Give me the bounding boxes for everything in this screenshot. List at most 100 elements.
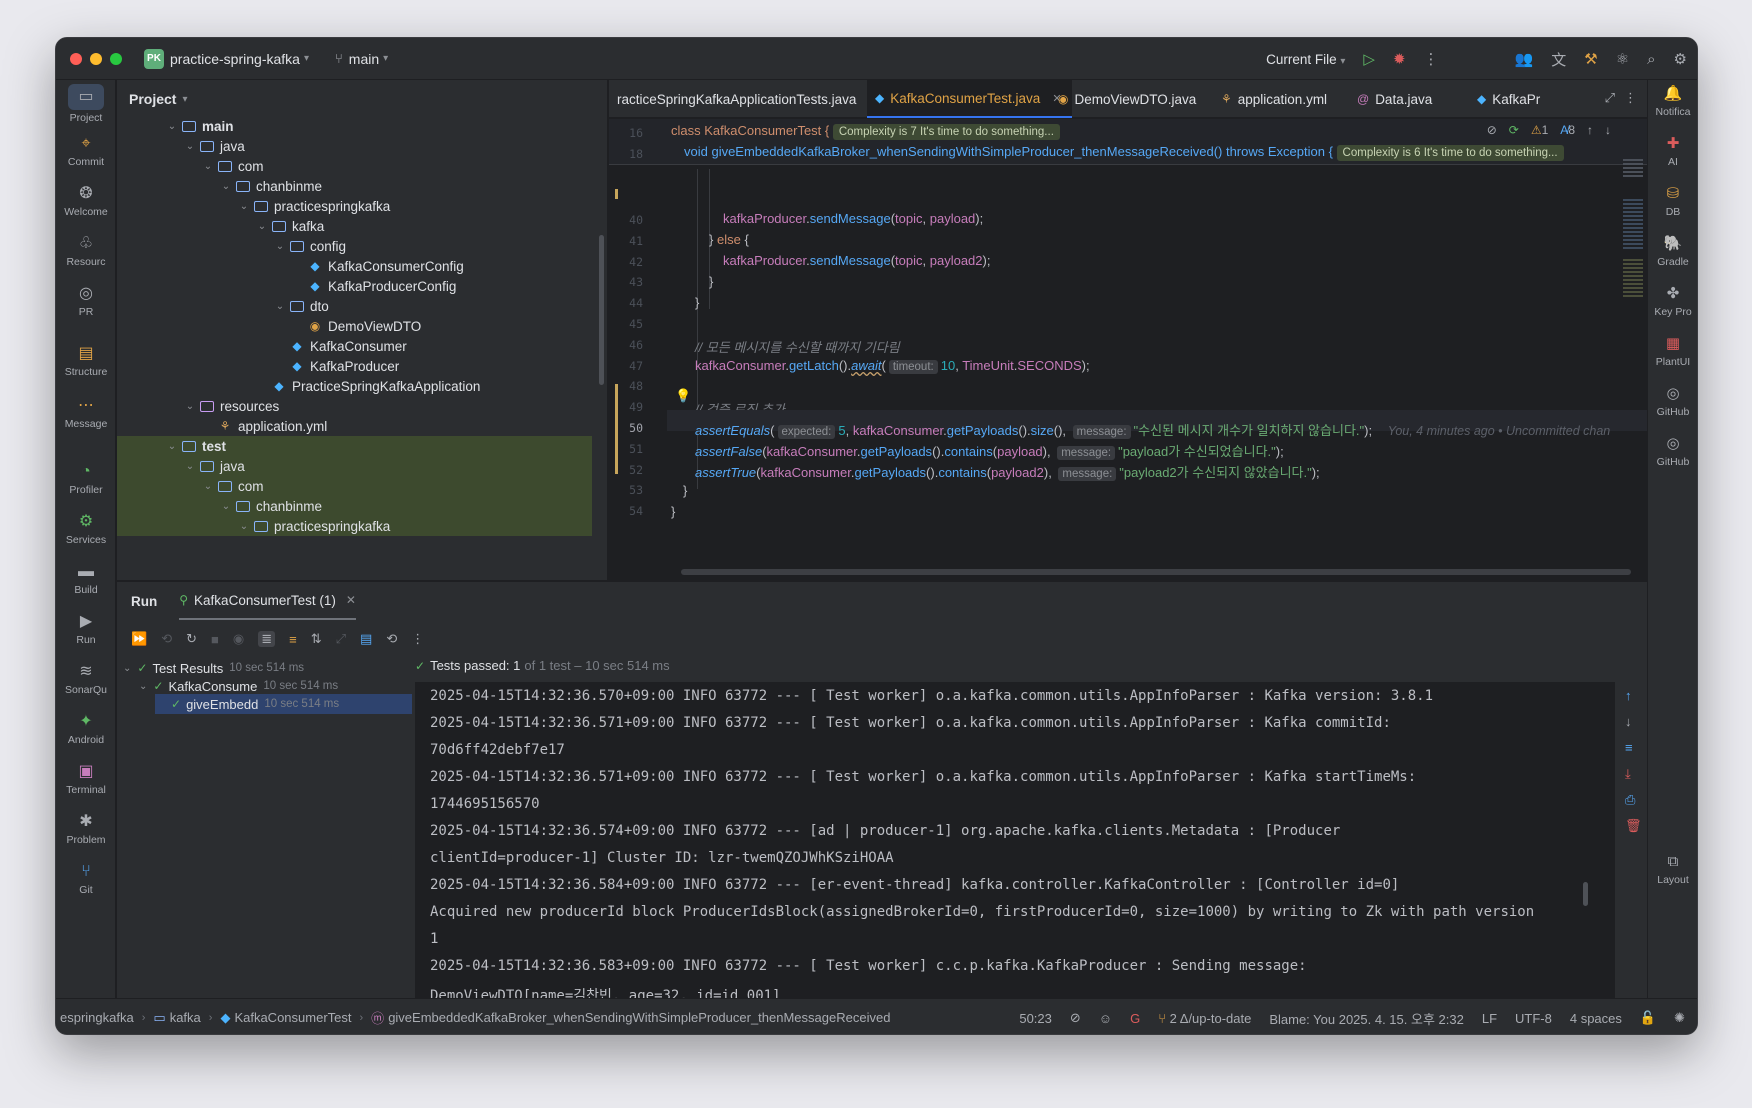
rerun-icon[interactable]: ⏩: [131, 631, 147, 647]
tool-terminal[interactable]: ▣ Terminal: [56, 762, 116, 796]
tree-item[interactable]: ⌄ java: [117, 136, 592, 156]
tool-build[interactable]: ▬ Build: [56, 562, 116, 596]
expand-arrow-icon[interactable]: ⌄: [183, 401, 197, 412]
next-highlight-icon[interactable]: ↓: [1605, 123, 1611, 137]
git-blame[interactable]: Blame: You 2025. 4. 15. 오후 2:32: [1269, 1009, 1464, 1028]
show-ignored-icon[interactable]: ≣: [258, 631, 276, 647]
test-result-item[interactable]: ✓ giveEmbedd 10 sec 514 ms: [155, 694, 412, 714]
tool-sonarqu[interactable]: ≋ SonarQu: [56, 662, 116, 696]
tool-github[interactable]: ◎ GitHub: [1648, 384, 1697, 418]
minimize-window-button[interactable]: [90, 52, 102, 65]
prev-highlight-icon[interactable]: ↑: [1587, 123, 1593, 137]
expand-arrow-icon[interactable]: ⌄: [139, 681, 147, 692]
editor-horizontal-scrollbar[interactable]: [681, 569, 1631, 575]
rerun-failed-icon[interactable]: ⟲: [161, 631, 172, 647]
scroll-up-icon[interactable]: ↑: [1625, 688, 1632, 703]
expand-arrow-icon[interactable]: ⌄: [201, 481, 215, 492]
tree-item[interactable]: ◆ PracticeSpringKafkaApplication: [117, 376, 592, 396]
expand-arrow-icon[interactable]: ⌄: [219, 501, 233, 512]
tree-item[interactable]: ⚘ application.yml: [117, 416, 592, 436]
tool-message[interactable]: ⋯ Message: [56, 396, 116, 430]
tree-item[interactable]: ⌄ java: [117, 456, 592, 476]
scroll-to-end-icon[interactable]: ⤓: [1625, 766, 1631, 782]
code-editor[interactable]: 16 18 class KafkaConsumerTest { Complexi…: [609, 119, 1649, 579]
expand-arrow-icon[interactable]: ⌄: [165, 441, 179, 452]
expand-arrow-icon[interactable]: ⌄: [183, 461, 197, 472]
tree-item[interactable]: ⌄ kafka: [117, 216, 592, 236]
tool-pr[interactable]: ◎ PR: [56, 284, 116, 318]
indent-setting[interactable]: 4 spaces: [1570, 1011, 1622, 1026]
tree-item[interactable]: ⌄ test: [117, 436, 592, 456]
show-passed-icon[interactable]: ◉: [233, 631, 244, 647]
expand-arrow-icon[interactable]: ⌄: [237, 521, 251, 532]
line-separator[interactable]: LF: [1482, 1011, 1497, 1026]
tool-profiler[interactable]: ◔ Profiler: [56, 462, 116, 496]
expand-arrow-icon[interactable]: ⌄: [123, 663, 131, 674]
tool-gradle[interactable]: 🐘 Gradle: [1648, 234, 1697, 268]
more-icon[interactable]: ⋮: [1424, 50, 1439, 68]
run-icon[interactable]: ▷: [1363, 50, 1375, 68]
tree-item[interactable]: ⌄ practicespringkafka: [117, 516, 592, 536]
tool-commit[interactable]: ⌖ Commit: [56, 134, 116, 168]
google-icon[interactable]: G: [1130, 1011, 1140, 1026]
project-panel-header[interactable]: Project ▾: [117, 80, 607, 118]
editor-minimap[interactable]: [1619, 119, 1649, 579]
close-window-button[interactable]: [70, 52, 82, 65]
breadcrumb-item[interactable]: KafkaConsumerTest: [234, 1010, 351, 1025]
search-icon[interactable]: ⌕: [1647, 51, 1655, 68]
history-icon[interactable]: ⟲: [386, 631, 397, 647]
breadcrumb-item[interactable]: giveEmbeddedKafkaBroker_whenSendingWithS…: [388, 1010, 890, 1025]
caret-position[interactable]: 50:23: [1019, 1011, 1052, 1026]
console-scrollbar[interactable]: [1583, 882, 1588, 906]
tree-item[interactable]: ⌄ chanbinme: [117, 496, 592, 516]
editor-tab[interactable]: ◆ KafkaConsumerTest.java ✕: [867, 80, 1072, 118]
sort-icon[interactable]: ⇅: [311, 631, 322, 647]
code-with-me-icon[interactable]: 👥: [1515, 50, 1534, 68]
gutter[interactable]: 40 41 42 43 44 45 46 47 48 49 50 51 52 53 54: [609, 119, 667, 579]
branch-selector[interactable]: main: [349, 51, 379, 67]
maximize-window-button[interactable]: [110, 52, 122, 65]
tree-item[interactable]: ◆ KafkaProducerConfig: [117, 276, 592, 296]
expand-arrow-icon[interactable]: ⌄: [201, 161, 215, 172]
inspection-widget[interactable]: ⊘ ⟳ ⚠1 A̸8 ↑ ↓: [1487, 123, 1611, 137]
tool-resourc[interactable]: ♧ Resourc: [56, 234, 116, 268]
file-encoding[interactable]: UTF-8: [1515, 1011, 1552, 1026]
tool-key-pro[interactable]: ✤ Key Pro: [1648, 284, 1697, 318]
tree-item[interactable]: ◆ KafkaConsumerConfig: [117, 256, 592, 276]
tree-item[interactable]: ◉ DemoViewDTO: [117, 316, 592, 336]
tool-project[interactable]: ▭ Project: [56, 84, 116, 124]
tool-welcome[interactable]: ❂ Welcome: [56, 184, 116, 218]
project-badge[interactable]: PK: [144, 48, 164, 69]
import-tests-icon[interactable]: ▤: [360, 631, 372, 647]
ai-assistant-icon[interactable]: ⊘: [1070, 1010, 1081, 1026]
tree-item[interactable]: ⌄ com: [117, 156, 592, 176]
tree-item[interactable]: ◆ KafkaProducer: [117, 356, 592, 376]
expand-arrow-icon[interactable]: ⌄: [237, 201, 251, 212]
tool-layout[interactable]: ⧉ Layout: [1648, 852, 1697, 886]
tools-icon[interactable]: ⚒: [1584, 50, 1597, 68]
run-config-tab[interactable]: ⚲ KafkaConsumerTest (1) ✕: [179, 582, 356, 620]
tool-plantui[interactable]: ▦ PlantUI: [1648, 334, 1697, 368]
reader-mode-icon[interactable]: ⊘: [1487, 123, 1497, 137]
tree-item[interactable]: ⌄ dto: [117, 296, 592, 316]
tool-notifica[interactable]: 🔔 Notifica: [1648, 84, 1697, 118]
editor-tab[interactable]: ◆ KafkaPr: [1469, 80, 1550, 118]
scroll-down-icon[interactable]: ↓: [1625, 714, 1632, 729]
inspection-profile-icon[interactable]: ✺: [1674, 1010, 1685, 1026]
more-icon[interactable]: ⋮: [1624, 90, 1637, 106]
expand-arrow-icon[interactable]: ⌄: [273, 301, 287, 312]
editor-tab[interactable]: racticeSpringKafkaApplicationTests.java: [609, 80, 866, 118]
tool-github[interactable]: ◎ GitHub: [1648, 434, 1697, 468]
tree-item[interactable]: ⌄ resources: [117, 396, 592, 416]
tool-problem[interactable]: ✱ Problem: [56, 812, 116, 846]
test-result-item[interactable]: ⌄ ✓ Test Results 10 sec 514 ms: [123, 658, 304, 678]
debug-icon[interactable]: ✹: [1393, 50, 1406, 68]
tree-item[interactable]: ⌄ main: [117, 116, 592, 136]
breadcrumb-item[interactable]: espringkafka: [60, 1010, 134, 1025]
plugin-icon[interactable]: ⚛: [1616, 50, 1629, 68]
project-name[interactable]: practice-spring-kafka: [170, 51, 300, 67]
tool-structure[interactable]: ▤ Structure: [56, 344, 116, 378]
tool-services[interactable]: ⚙ Services: [56, 512, 116, 546]
breadcrumb-item[interactable]: kafka: [170, 1010, 201, 1025]
project-scrollbar[interactable]: [599, 235, 604, 385]
